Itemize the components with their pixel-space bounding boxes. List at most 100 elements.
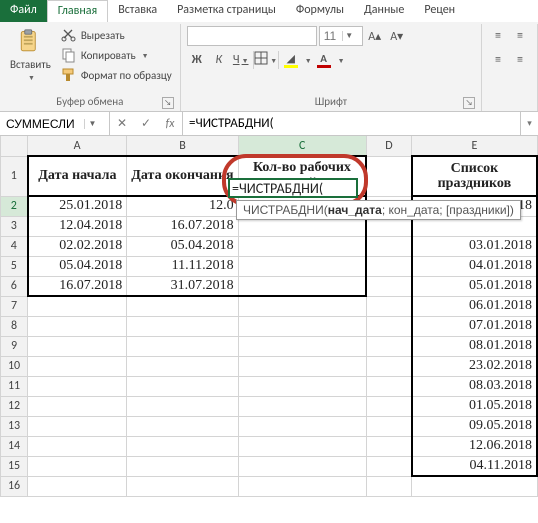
- cell-D8[interactable]: [366, 316, 412, 336]
- font-size-input[interactable]: [320, 29, 342, 43]
- cell-B9[interactable]: [127, 336, 238, 356]
- cell-B10[interactable]: [127, 356, 238, 376]
- tab-page-layout[interactable]: Разметка страницы: [167, 0, 286, 22]
- cell-B12[interactable]: [127, 396, 238, 416]
- cell-B2[interactable]: 12.0: [127, 196, 238, 216]
- cell-D4[interactable]: [366, 236, 412, 256]
- formula-input[interactable]: [183, 116, 520, 131]
- cell-A11[interactable]: [28, 376, 127, 396]
- cell-D16[interactable]: [366, 476, 412, 496]
- chevron-down-icon[interactable]: ▼: [338, 56, 345, 65]
- cell-B16[interactable]: [127, 476, 238, 496]
- cell-C5[interactable]: [238, 256, 366, 276]
- col-header-B[interactable]: B: [127, 136, 238, 156]
- cell-A6[interactable]: 16.07.2018: [28, 276, 127, 296]
- cell-C6[interactable]: [238, 276, 366, 296]
- cell-D9[interactable]: [366, 336, 412, 356]
- cell-A5[interactable]: 05.04.2018: [28, 256, 127, 276]
- fill-color-button[interactable]: ◢: [281, 50, 301, 70]
- cell-E12[interactable]: 01.05.2018: [412, 396, 537, 416]
- cell-A2[interactable]: 25.01.2018: [28, 196, 127, 216]
- cell-C11[interactable]: [238, 376, 366, 396]
- cell-A3[interactable]: 12.04.2018: [28, 216, 127, 236]
- name-box-input[interactable]: [0, 117, 84, 131]
- cell-A12[interactable]: [28, 396, 127, 416]
- cell-E14[interactable]: 12.06.2018: [412, 436, 537, 456]
- cell-A8[interactable]: [28, 316, 127, 336]
- enter-formula-button[interactable]: ✓: [134, 112, 158, 136]
- cell-E5[interactable]: 04.01.2018: [412, 256, 537, 276]
- chevron-down-icon[interactable]: ▼: [84, 119, 100, 129]
- copy-button[interactable]: Копировать ▼: [59, 46, 174, 64]
- cell-A7[interactable]: [28, 296, 127, 316]
- cell-D6[interactable]: [366, 276, 412, 296]
- italic-button[interactable]: К: [209, 50, 229, 70]
- tab-insert[interactable]: Вставка: [108, 0, 167, 22]
- increase-font-button[interactable]: A▴: [365, 26, 385, 46]
- cell-E6[interactable]: 05.01.2018: [412, 276, 537, 296]
- row-header-7[interactable]: 7: [1, 296, 28, 316]
- select-all-button[interactable]: [1, 136, 28, 156]
- cell-A10[interactable]: [28, 356, 127, 376]
- row-header-6[interactable]: 6: [1, 276, 28, 296]
- row-header-9[interactable]: 9: [1, 336, 28, 356]
- cell-D7[interactable]: [366, 296, 412, 316]
- cell-D11[interactable]: [366, 376, 412, 396]
- cell-A9[interactable]: [28, 336, 127, 356]
- name-box[interactable]: ▼: [0, 112, 110, 135]
- cell-E4[interactable]: 03.01.2018: [412, 236, 537, 256]
- font-name-combo[interactable]: ▼: [187, 26, 317, 46]
- cell-B1[interactable]: Дата окончания: [127, 156, 238, 196]
- cell-B4[interactable]: 05.04.2018: [127, 236, 238, 256]
- font-size-combo[interactable]: ▼: [319, 26, 363, 46]
- font-launcher-icon[interactable]: ↘: [463, 97, 475, 109]
- cell-E10[interactable]: 23.02.2018: [412, 356, 537, 376]
- cell-D15[interactable]: [366, 456, 412, 476]
- cell-E9[interactable]: 08.01.2018: [412, 336, 537, 356]
- cancel-formula-button[interactable]: ✕: [110, 112, 134, 136]
- tab-home[interactable]: Главная: [47, 0, 108, 22]
- cell-B7[interactable]: [127, 296, 238, 316]
- row-header-2[interactable]: 2: [1, 196, 28, 216]
- row-header-4[interactable]: 4: [1, 236, 28, 256]
- cell-D1[interactable]: [366, 156, 412, 196]
- format-painter-button[interactable]: Формат по образцу: [59, 66, 174, 84]
- cell-C8[interactable]: [238, 316, 366, 336]
- cell-E11[interactable]: 08.03.2018: [412, 376, 537, 396]
- cell-A1[interactable]: Дата начала: [28, 156, 127, 196]
- tab-review[interactable]: Рецен: [414, 0, 465, 22]
- cell-E13[interactable]: 09.05.2018: [412, 416, 537, 436]
- underline-button[interactable]: Ч▼: [231, 50, 251, 70]
- align-top-button[interactable]: ≡: [488, 26, 508, 46]
- tab-data[interactable]: Данные: [354, 0, 414, 22]
- chevron-down-icon[interactable]: ▼: [342, 31, 356, 41]
- col-header-E[interactable]: E: [412, 136, 537, 156]
- align-left-button[interactable]: ≡: [488, 50, 508, 70]
- insert-function-button[interactable]: fx: [158, 112, 182, 136]
- row-header-1[interactable]: 1: [1, 156, 28, 196]
- cell-C7[interactable]: [238, 296, 366, 316]
- cell-E7[interactable]: 06.01.2018: [412, 296, 537, 316]
- cell-B15[interactable]: [127, 456, 238, 476]
- paste-button[interactable]: Вставить ▼: [6, 26, 55, 84]
- row-header-14[interactable]: 14: [1, 436, 28, 456]
- clipboard-launcher-icon[interactable]: ↘: [162, 97, 174, 109]
- row-header-13[interactable]: 13: [1, 416, 28, 436]
- decrease-font-button[interactable]: A▾: [387, 26, 407, 46]
- cell-E8[interactable]: 07.01.2018: [412, 316, 537, 336]
- row-header-16[interactable]: 16: [1, 476, 28, 496]
- row-header-12[interactable]: 12: [1, 396, 28, 416]
- cell-D12[interactable]: [366, 396, 412, 416]
- cell-A15[interactable]: [28, 456, 127, 476]
- row-header-5[interactable]: 5: [1, 256, 28, 276]
- row-header-15[interactable]: 15: [1, 456, 28, 476]
- cell-C10[interactable]: [238, 356, 366, 376]
- col-header-A[interactable]: A: [28, 136, 127, 156]
- cell-E1[interactable]: Список праздников: [412, 156, 537, 196]
- borders-button[interactable]: ▼: [256, 50, 276, 70]
- row-header-11[interactable]: 11: [1, 376, 28, 396]
- cell-A14[interactable]: [28, 436, 127, 456]
- cell-D10[interactable]: [366, 356, 412, 376]
- cell-D14[interactable]: [366, 436, 412, 456]
- cell-B6[interactable]: 31.07.2018: [127, 276, 238, 296]
